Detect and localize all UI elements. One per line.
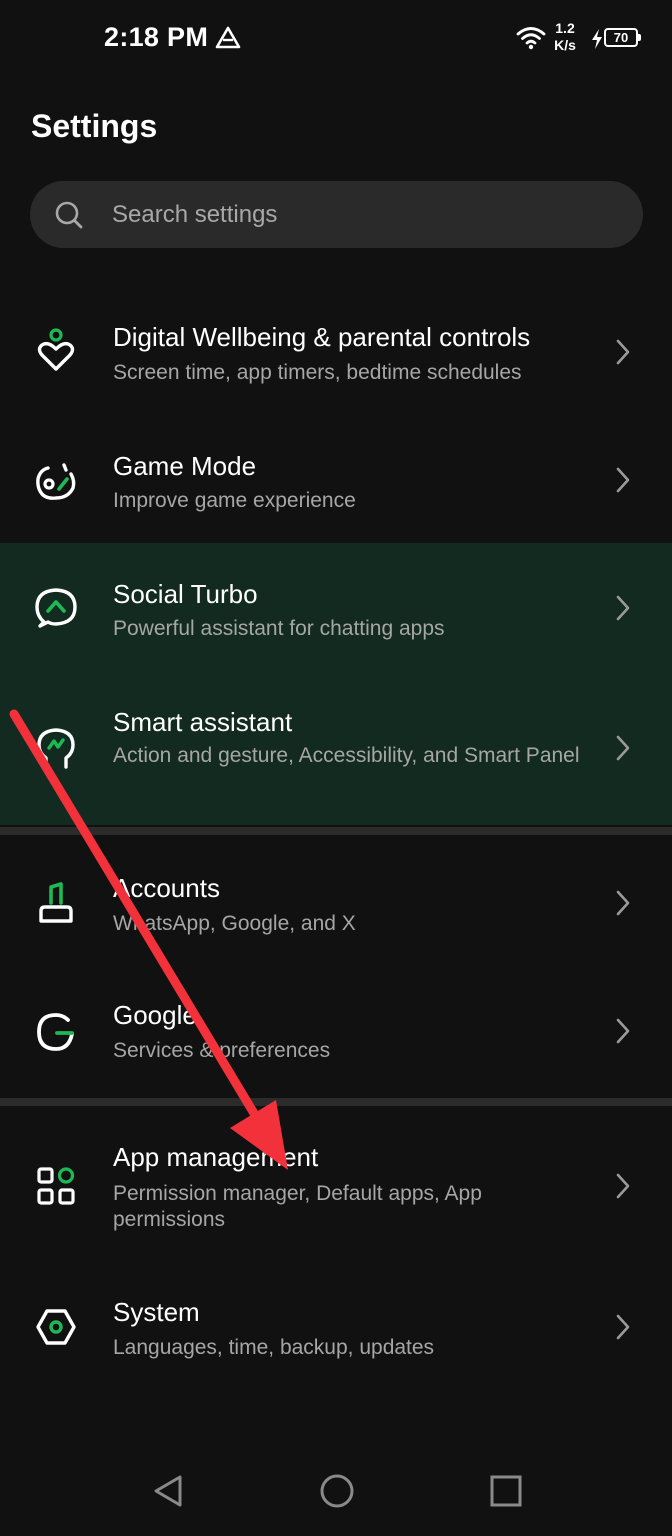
section-divider [0,1098,672,1106]
search-input[interactable] [112,181,612,248]
chevron-right-icon [616,1314,630,1340]
battery-icon: 70 [604,28,641,47]
section-divider [0,827,672,835]
heart-person-icon [37,328,75,371]
chat-bubble-icon [35,588,77,628]
setting-game-mode[interactable]: Game Mode Improve game experience [0,415,672,543]
chevron-right-icon [616,890,630,916]
setting-accounts[interactable]: Accounts WhatsApp, Google, and X [0,835,672,970]
battery-level: 70 [613,30,629,45]
network-speed-unit: K/s [554,37,576,53]
status-time: 2:18 PM [104,22,209,52]
drive-icon [215,26,241,49]
chevron-right-icon [616,1173,630,1199]
chevron-right-icon [616,735,630,761]
item-title: System [113,1297,200,1327]
gamepad-icon [36,463,76,500]
network-speed-value: 1.2 [555,20,575,36]
chevron-right-icon [616,467,630,493]
item-subtitle: WhatsApp, Google, and X [113,912,356,935]
page-title: Settings [31,108,158,144]
setting-google[interactable]: Google Services & preferences [0,970,672,1098]
wifi-icon [516,27,546,50]
item-subtitle: Improve game experience [113,489,356,512]
item-title: App management [113,1142,319,1172]
item-subtitle: Permission manager, Default apps, App pe… [113,1182,482,1231]
assistant-head-icon [37,728,75,769]
account-person-icon [39,882,73,923]
item-subtitle: Powerful assistant for chatting apps [113,617,445,640]
chevron-right-icon [616,1018,630,1044]
setting-digital-wellbeing[interactable]: Digital Wellbeing & parental controls Sc… [0,280,672,415]
google-icon [37,1013,74,1051]
chevron-right-icon [616,595,630,621]
home-icon[interactable] [318,1472,356,1510]
search-icon [55,201,83,229]
item-subtitle: Screen time, app timers, bedtime schedul… [113,361,522,384]
system-gear-icon [36,1309,76,1345]
item-title: Smart assistant [113,707,293,737]
chevron-right-icon [616,339,630,365]
item-title: Accounts [113,873,220,903]
network-speed: 1.2 K/s [550,20,580,54]
apps-grid-icon [37,1167,75,1205]
search-bar[interactable] [30,181,643,248]
setting-social-turbo[interactable]: Social Turbo Powerful assistant for chat… [0,543,672,671]
setting-app-management[interactable]: App management Permission manager, Defau… [0,1106,672,1264]
recents-icon[interactable] [487,1472,525,1510]
item-title: Google [113,1000,197,1030]
item-subtitle: Services & preferences [113,1039,331,1062]
setting-smart-assistant[interactable]: Smart assistant Action and gesture, Acce… [0,671,672,825]
charging-bolt-icon [592,29,602,49]
setting-system[interactable]: System Languages, time, backup, updates [0,1264,672,1392]
navigation-bar [0,1446,672,1536]
item-title: Social Turbo [113,579,258,609]
item-subtitle: Action and gesture, Accessibility, and S… [113,744,580,767]
item-title: Game Mode [113,451,257,481]
status-bar: 2:18 PM 1.2 K/s 70 [0,0,672,78]
item-subtitle: Languages, time, backup, updates [113,1336,435,1359]
back-icon[interactable] [150,1472,188,1510]
item-title: Digital Wellbeing & parental controls [113,322,531,352]
